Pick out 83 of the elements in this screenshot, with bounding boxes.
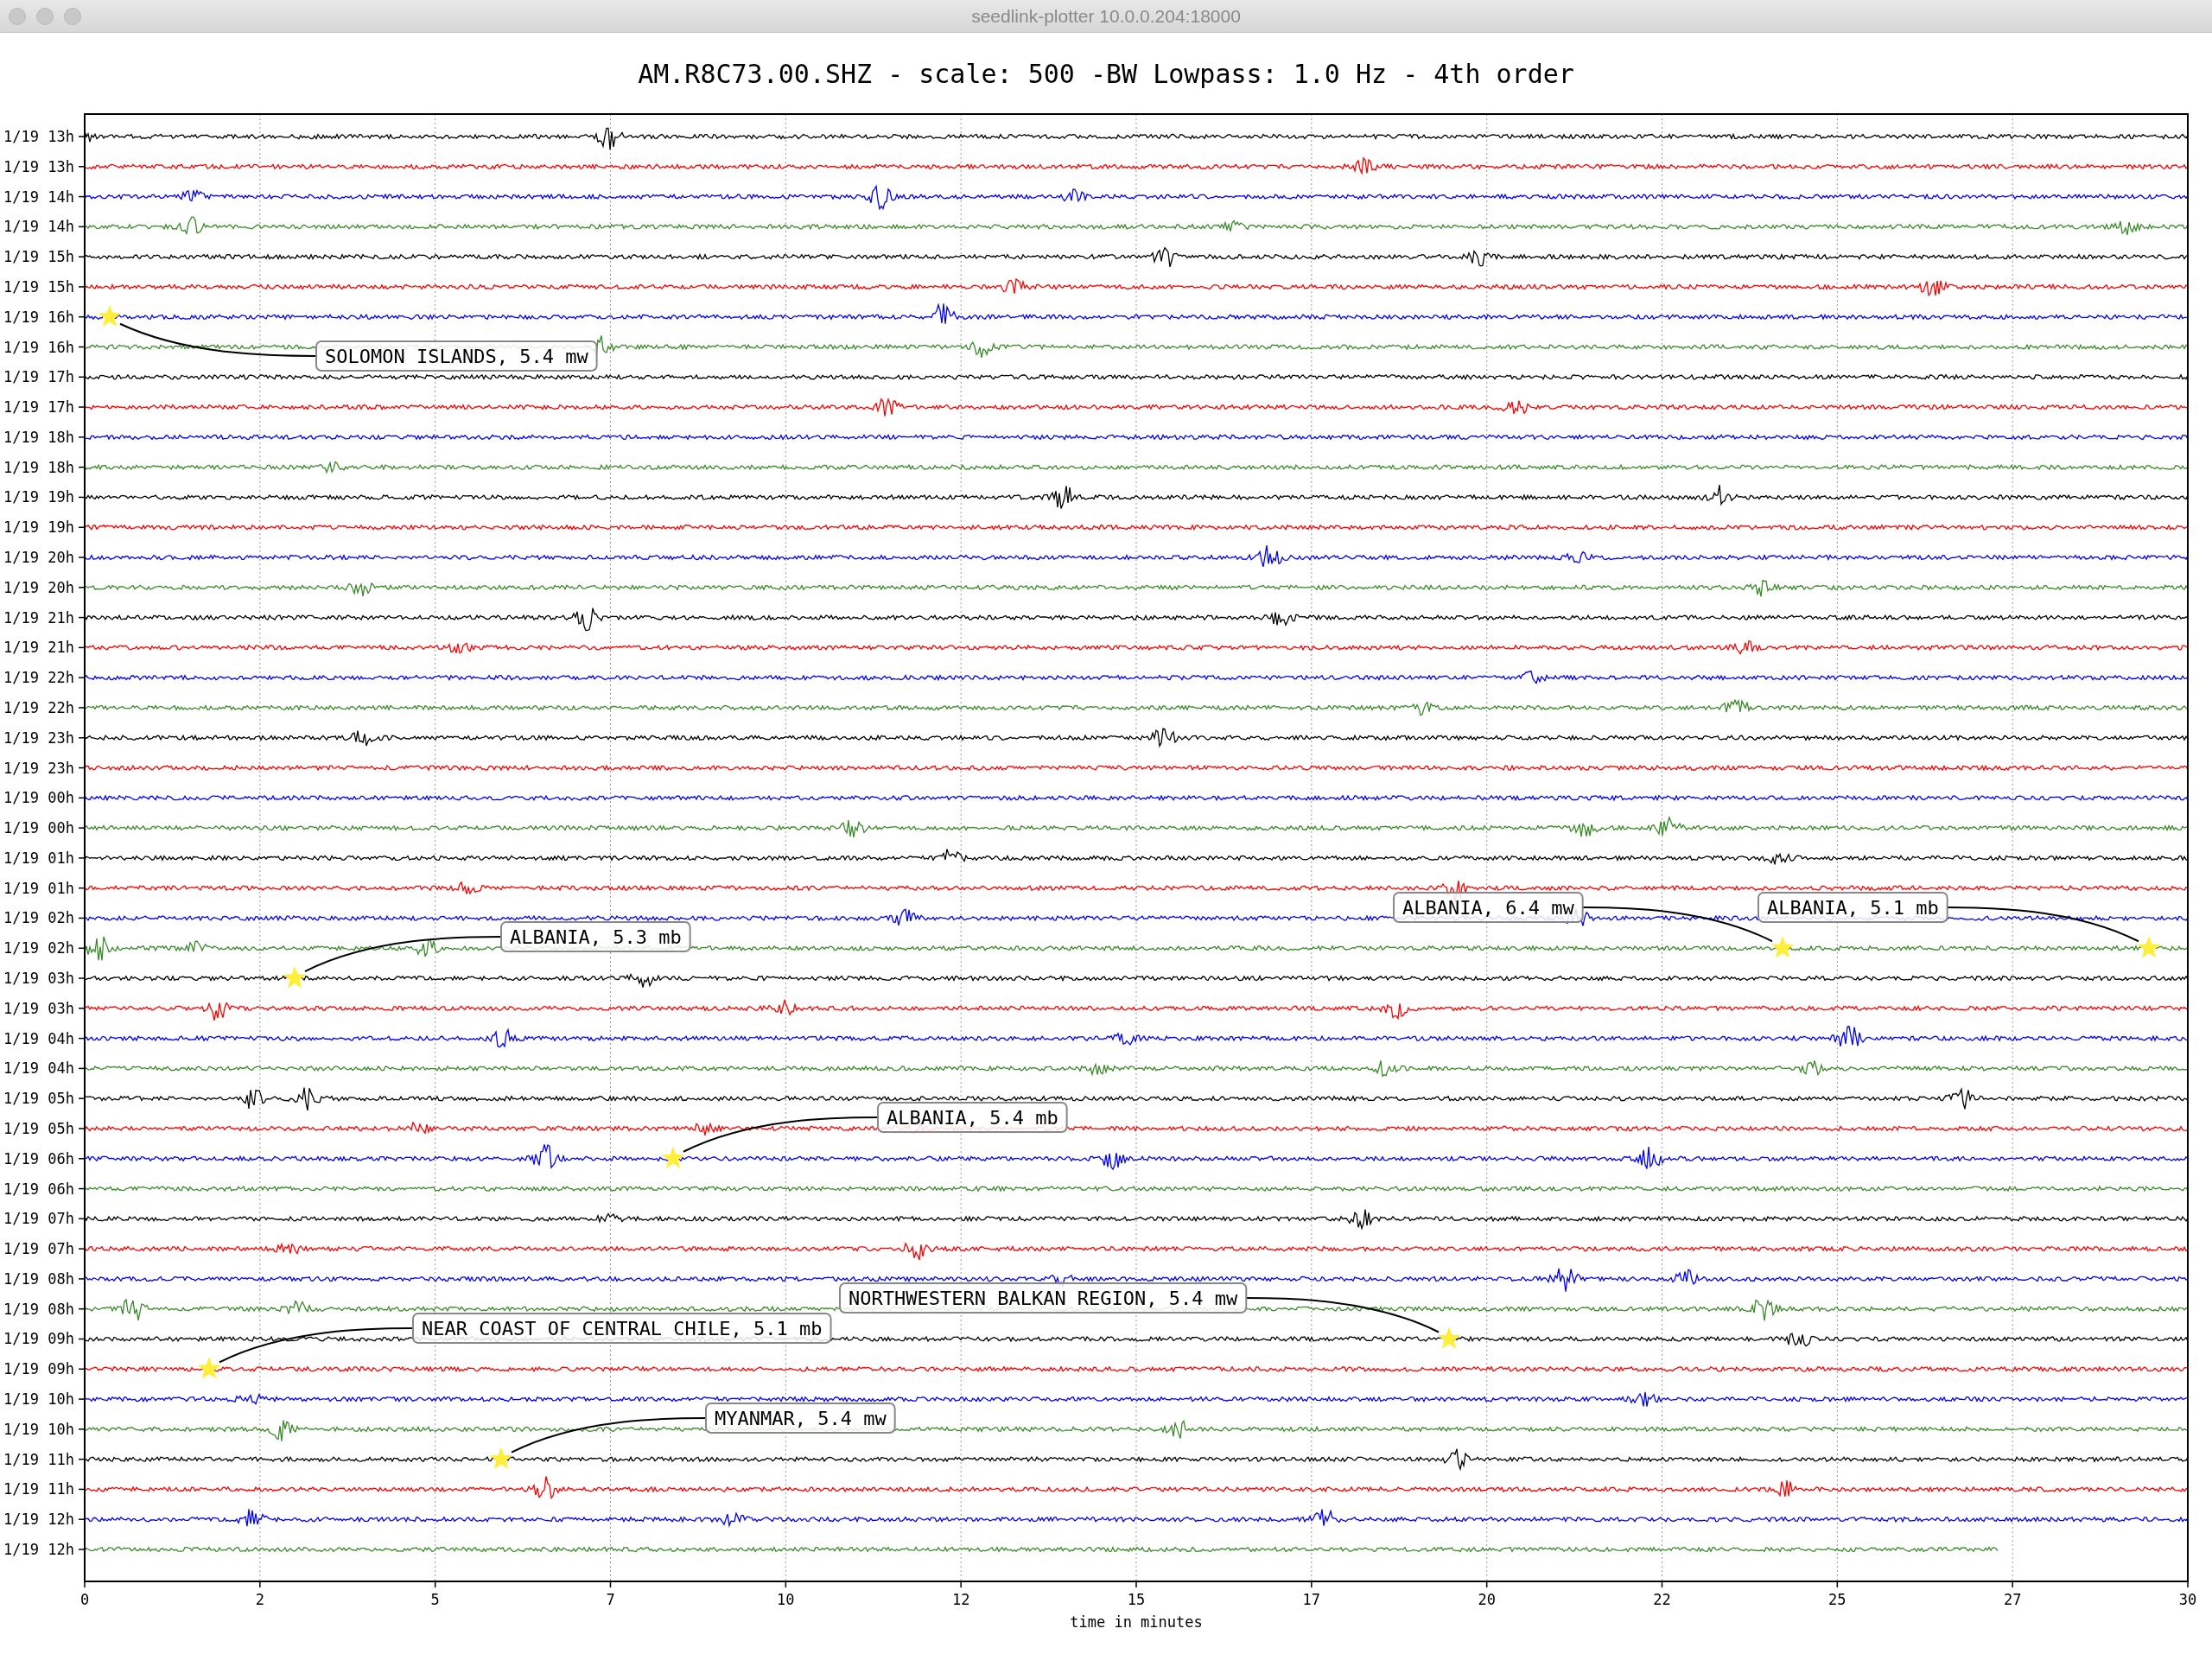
tick-label: 17 (1302, 1591, 1321, 1608)
row-time-label: 1/19 10h (3, 1420, 74, 1438)
row-time-label: 1/19 18h (3, 428, 74, 446)
row-time-label: 1/19 16h (3, 338, 74, 356)
row-time-label: 1/19 04h (3, 1059, 74, 1078)
row-time-label: 1/19 11h (3, 1480, 74, 1498)
tick-label: 5 (430, 1591, 440, 1608)
event-star-icon (661, 1146, 685, 1169)
row-time-label: 1/19 14h (3, 188, 74, 206)
row-time-label: 1/19 13h (3, 157, 74, 175)
event-label: SOLOMON ISLANDS, 5.4 mw (315, 340, 598, 372)
event-label: MYANMAR, 5.4 mw (705, 1403, 896, 1434)
row-time-label: 1/19 05h (3, 1090, 74, 1108)
row-time-label: 1/19 08h (3, 1269, 74, 1288)
row-time-label: 1/19 21h (3, 608, 74, 627)
row-time-label: 1/19 13h (3, 128, 74, 145)
row-time-label: 1/19 22h (3, 698, 74, 716)
row-time-label: 1/19 01h (3, 849, 74, 867)
row-time-label: 1/19 14h (3, 218, 74, 236)
event-label: ALBANIA, 5.4 mb (877, 1102, 1068, 1133)
row-time-label: 1/19 15h (3, 248, 74, 266)
row-time-label: 1/19 06h (3, 1149, 74, 1167)
row-time-label: 1/19 06h (3, 1180, 74, 1198)
row-time-label: 1/19 12h (3, 1511, 74, 1529)
row-time-label: 1/19 11h (3, 1450, 74, 1468)
tick-label: 15 (1127, 1591, 1146, 1608)
tick-label: 20 (1478, 1591, 1496, 1608)
row-time-label: 1/19 05h (3, 1120, 74, 1137)
zoom-button[interactable] (64, 7, 81, 25)
row-time-label: 1/19 20h (3, 549, 74, 566)
tick-label: 10 (777, 1591, 795, 1608)
row-time-label: 1/19 19h (3, 488, 74, 506)
minimize-button[interactable] (36, 7, 54, 25)
event-star-icon (2137, 936, 2161, 958)
row-time-label: 1/19 17h (3, 398, 74, 417)
tick-label: 30 (2178, 1591, 2197, 1608)
row-time-label: 1/19 20h (3, 578, 74, 596)
row-time-label: 1/19 22h (3, 669, 74, 687)
row-time-label: 1/19 21h (3, 639, 74, 657)
tick-label: 0 (79, 1591, 90, 1608)
event-label: ALBANIA, 5.1 mb (1758, 892, 1948, 923)
event-label: ALBANIA, 5.3 mb (500, 921, 691, 952)
event-star-icon (98, 304, 122, 327)
tick-label: 7 (606, 1591, 615, 1608)
row-time-label: 1/19 08h (3, 1300, 74, 1318)
row-time-label: 1/19 12h (3, 1541, 74, 1558)
row-time-label: 1/19 10h (3, 1390, 74, 1409)
event-label: NEAR COAST OF CENTRAL CHILE, 5.1 mb (412, 1313, 832, 1344)
row-time-label: 1/19 16h (3, 308, 74, 326)
row-time-label: 1/19 18h (3, 458, 74, 476)
event-star-icon (283, 966, 307, 989)
window-title: seedlink-plotter 10.0.0.204:18000 (971, 5, 1241, 27)
row-time-label: 1/19 09h (3, 1360, 74, 1378)
row-time-label: 1/19 01h (3, 879, 74, 897)
x-axis-label: time in minutes (1070, 1613, 1203, 1631)
row-time-label: 1/19 09h (3, 1330, 74, 1348)
row-time-label: 1/19 19h (3, 518, 74, 537)
row-time-label: 1/19 03h (3, 970, 74, 988)
tick-label: 25 (1828, 1591, 1847, 1608)
event-label: NORTHWESTERN BALKAN REGION, 5.4 mw (839, 1282, 1248, 1314)
row-time-label: 1/19 02h (3, 939, 74, 957)
row-time-label: 1/19 23h (3, 759, 74, 777)
row-time-label: 1/19 15h (3, 277, 74, 296)
row-time-label: 1/19 00h (3, 819, 74, 837)
tick-label: 12 (951, 1591, 970, 1608)
close-button[interactable] (9, 7, 26, 25)
event-star-icon (489, 1447, 513, 1469)
tick-label: 22 (1653, 1591, 1671, 1608)
tick-label: 2 (255, 1591, 264, 1608)
row-time-label: 1/19 03h (3, 999, 74, 1017)
event-label: ALBANIA, 6.4 mw (1393, 892, 1584, 923)
event-star-icon (197, 1357, 221, 1379)
row-time-label: 1/19 07h (3, 1240, 74, 1258)
row-time-label: 1/19 00h (3, 789, 74, 807)
tick-label: 27 (2003, 1591, 2022, 1608)
plot-title: AM.R8C73.00.SHZ - scale: 500 -BW Lowpass: 1.0 Hz - 4th order (638, 59, 1574, 89)
row-time-label: 1/19 23h (3, 728, 74, 747)
row-time-label: 1/19 02h (3, 909, 74, 927)
row-time-label: 1/19 07h (3, 1210, 74, 1228)
row-time-label: 1/19 04h (3, 1029, 74, 1047)
row-time-label: 1/19 17h (3, 368, 74, 386)
event-star-icon (1770, 936, 1795, 958)
event-star-icon (1437, 1326, 1461, 1349)
